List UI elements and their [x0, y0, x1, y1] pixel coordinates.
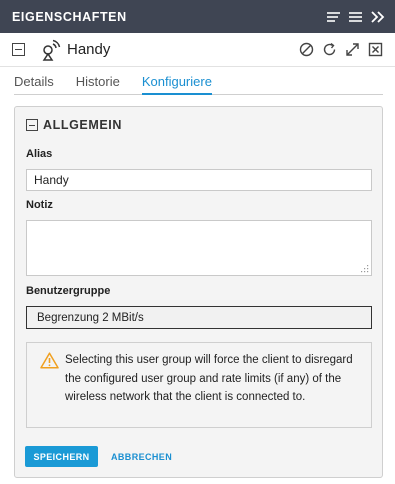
section-collapse-icon[interactable]: [26, 119, 38, 131]
note-label: Notiz: [26, 199, 53, 211]
warning-box: Selecting this user group will force the…: [26, 342, 372, 428]
alias-label: Alias: [26, 148, 53, 160]
collapse-icon[interactable]: [12, 43, 25, 56]
usergroup-label: Benutzergruppe: [26, 285, 111, 297]
section-header[interactable]: ALLGEMEIN: [26, 118, 122, 132]
expand-icon[interactable]: [344, 42, 360, 58]
tab-konfiguriere[interactable]: Konfiguriere: [141, 67, 212, 95]
resize-handle-icon[interactable]: [361, 265, 369, 273]
usergroup-select[interactable]: Begrenzung 2 MBit/s: [26, 306, 372, 329]
section-title: ALLGEMEIN: [43, 118, 123, 132]
alias-input[interactable]: Handy: [26, 169, 372, 191]
save-button[interactable]: SPEICHERN: [25, 446, 98, 467]
device-name: Handy: [67, 41, 111, 58]
usergroup-value: Begrenzung 2 MBit/s: [37, 311, 144, 324]
sort-lines-icon[interactable]: [325, 9, 341, 25]
device-header: Handy: [0, 33, 395, 67]
settings-panel: ALLGEMEIN Alias Handy Notiz Benutzergrup…: [14, 106, 383, 478]
close-box-icon[interactable]: [367, 42, 383, 58]
properties-titlebar: EIGENSCHAFTEN: [0, 0, 395, 33]
warning-triangle-icon: [40, 352, 59, 369]
double-chevron-right-icon[interactable]: [369, 9, 385, 25]
wireless-client-icon: [39, 39, 61, 61]
alias-value: Handy: [34, 173, 69, 187]
tab-historie[interactable]: Historie: [76, 67, 120, 95]
note-textarea[interactable]: [26, 220, 372, 276]
refresh-icon[interactable]: [321, 42, 337, 58]
cancel-button[interactable]: ABBRECHEN: [111, 446, 172, 467]
tab-bar: Details Historie Konfiguriere: [14, 67, 383, 95]
panel-title: EIGENSCHAFTEN: [12, 9, 127, 24]
menu-icon[interactable]: [347, 9, 363, 25]
block-icon[interactable]: [298, 42, 314, 58]
tab-details[interactable]: Details: [14, 67, 54, 95]
warning-text: Selecting this user group will force the…: [65, 354, 353, 403]
